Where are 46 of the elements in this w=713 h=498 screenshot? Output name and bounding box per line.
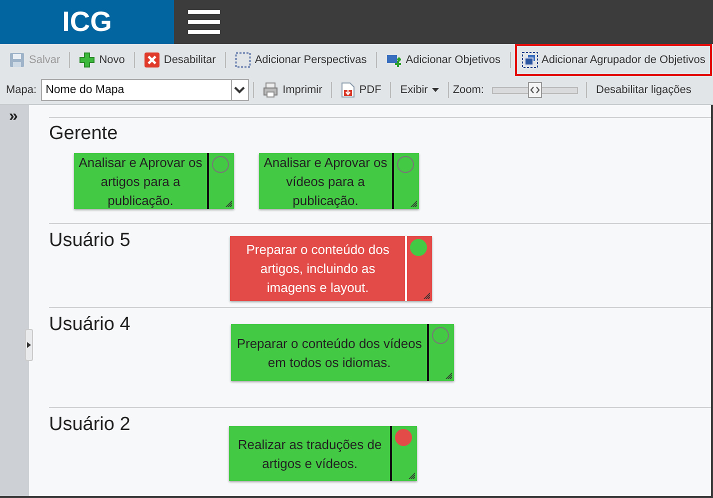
lane-title: Usuário 2: [49, 414, 130, 436]
chevron-down-icon: [234, 86, 246, 94]
plus-icon: [79, 52, 96, 68]
resize-grip-icon[interactable]: [423, 292, 430, 299]
resize-grip-icon[interactable]: [408, 472, 416, 479]
card-text: Realizar as traduções de artigos e vídeos.: [236, 436, 383, 473]
resize-grip-icon[interactable]: [445, 372, 452, 379]
caret-icon: [432, 88, 439, 92]
printer-icon: [262, 82, 279, 98]
lane-title: Usuário 5: [49, 230, 130, 252]
logo: ICG: [62, 6, 112, 38]
print-button[interactable]: Imprimir: [258, 79, 328, 101]
view-menu[interactable]: Exibir: [395, 81, 444, 99]
disable-links-button[interactable]: Desabilitar ligações: [591, 81, 696, 99]
expand-sidebar-button[interactable]: »: [9, 109, 18, 125]
toolbar-button[interactable]: Adicionar Objetivos: [380, 49, 506, 71]
objective-card[interactable]: Analisar e Aprovar os vídeos para a publicação.: [259, 153, 419, 209]
zoom-label: Zoom:: [452, 84, 484, 96]
collapse-handle[interactable]: [25, 329, 33, 361]
lane-title: Gerente: [49, 123, 118, 145]
menu-icon[interactable]: [188, 9, 220, 35]
dashed-square-icon: [234, 52, 251, 68]
card-text: Preparar o conteúdo dos artigos, incluindo as imagens e layout.: [245, 241, 390, 297]
lane-title: Usuário 4: [49, 314, 130, 336]
toolbar-button[interactable]: Adicionar Perspectivas: [230, 49, 372, 71]
card-text: Analisar e Aprovar os artigos para a publicação.: [78, 154, 204, 209]
map-label: Mapa:: [6, 84, 37, 96]
add-window-icon: [386, 52, 402, 68]
toolbar-button[interactable]: Adicionar Agrupador de Objetivos: [514, 44, 712, 76]
close-icon: [144, 52, 160, 68]
toolbar-button[interactable]: Novo: [74, 49, 130, 71]
objective-card[interactable]: Preparar o conteúdo dos artigos, incluindo as imagens e layout.: [230, 236, 432, 301]
resize-grip-icon[interactable]: [410, 200, 417, 207]
resize-grip-icon[interactable]: [225, 200, 232, 207]
objective-card[interactable]: Analisar e Aprovar os artigos para a publicação.: [74, 153, 234, 209]
card-text: Preparar o conteúdo dos vídeos em todos os idiomas.: [236, 334, 423, 372]
objective-card[interactable]: Preparar o conteúdo dos vídeos em todos os idiomas.: [231, 324, 454, 381]
zoom-slider[interactable]: [492, 82, 578, 98]
card-text: Analisar e Aprovar os vídeos para a publicação.: [262, 154, 388, 209]
map-dropdown[interactable]: Nome do Mapa: [40, 79, 249, 101]
pdf-file-icon: [341, 82, 356, 98]
stacked-windows-icon: [522, 52, 538, 68]
slider-thumb[interactable]: [528, 82, 542, 98]
objective-card[interactable]: Realizar as traduções de artigos e vídeos.: [229, 426, 418, 481]
toolbar-button[interactable]: Desabilitar: [138, 49, 221, 71]
pdf-button[interactable]: PDF: [336, 79, 386, 101]
